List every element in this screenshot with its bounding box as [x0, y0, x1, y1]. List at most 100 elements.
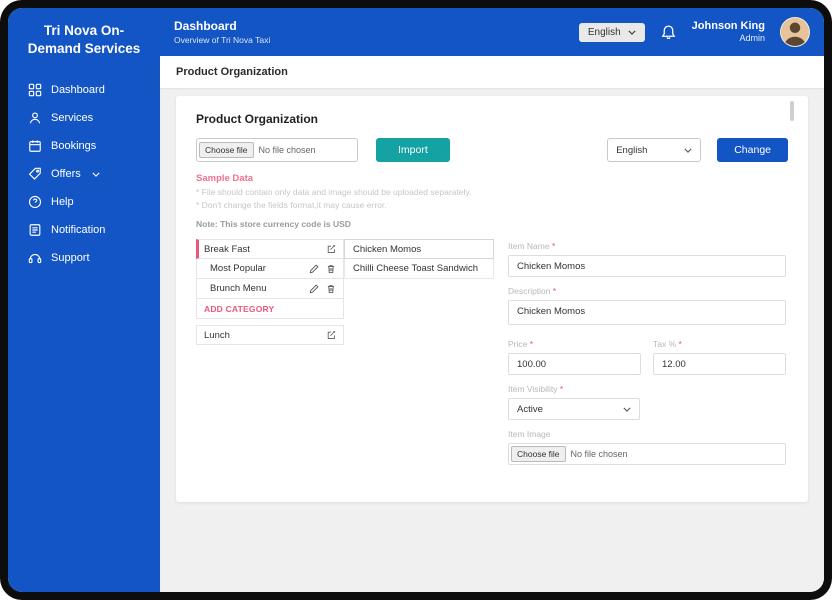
item-form: Item Name * Description * Price * [508, 239, 786, 465]
file-status-text: No file chosen [570, 449, 628, 459]
import-toolbar: Choose file No file chosen Import Englis… [196, 138, 788, 162]
visibility-selected-value: Active [517, 403, 543, 415]
pencil-icon[interactable] [309, 284, 319, 294]
category-label: Break Fast [204, 243, 250, 255]
category-row-brunch-menu[interactable]: Brunch Menu [196, 279, 344, 299]
sample-data-link[interactable]: Sample Data [196, 173, 788, 184]
trash-icon[interactable] [326, 264, 336, 274]
sidebar-item-label: Support [51, 252, 90, 265]
price-label: Price * [508, 339, 534, 349]
currency-note: Note: This store currency code is USD [196, 219, 351, 229]
offers-icon [28, 167, 42, 181]
price-input[interactable] [508, 353, 641, 375]
pencil-icon[interactable] [309, 264, 319, 274]
breadcrumb-title: Product Organization [176, 66, 288, 78]
sidebar-item-label: Notification [51, 224, 106, 237]
sidebar-item-support[interactable]: Support [8, 244, 160, 272]
app-window: Tri Nova On-Demand Services Dashboard Se… [8, 8, 824, 592]
sidebar-item-notification[interactable]: Notification [8, 216, 160, 244]
help-icon [28, 195, 42, 209]
support-icon [28, 251, 42, 265]
sidebar-item-dashboard[interactable]: Dashboard [8, 76, 160, 104]
user-name: Johnson King [691, 19, 765, 32]
sidebar-item-bookings[interactable]: Bookings [8, 132, 160, 160]
bell-icon[interactable] [660, 24, 677, 41]
category-row-most-popular[interactable]: Most Popular [196, 259, 344, 279]
sidebar-item-label: Dashboard [51, 84, 105, 97]
sidebar-item-label: Services [51, 112, 94, 125]
chevron-down-icon [92, 172, 100, 177]
item-label: Chicken Momos [353, 243, 422, 255]
card-language-select[interactable]: English [607, 138, 702, 162]
change-button[interactable]: Change [717, 138, 788, 162]
hint-line-1: * File should contain only data and imag… [196, 187, 472, 197]
services-icon [28, 111, 42, 125]
brand-title: Tri Nova On-Demand Services [27, 23, 141, 57]
notification-icon [28, 223, 42, 237]
sidebar-item-label: Bookings [51, 140, 97, 153]
item-row-chicken-momos[interactable]: Chicken Momos [344, 239, 494, 259]
category-label: Most Popular [210, 263, 266, 274]
tax-label: Tax % * [653, 339, 682, 349]
import-file-input[interactable]: Choose file No file chosen [196, 138, 358, 162]
category-label: Lunch [204, 329, 230, 341]
category-list: Break Fast Most Popular Brunch Menu ADD … [196, 239, 344, 345]
breadcrumb: Product Organization [160, 56, 824, 88]
item-name-label: Item Name * [508, 241, 556, 251]
file-status-text: No file chosen [258, 145, 316, 155]
dashboard-icon [28, 83, 42, 97]
choose-file-button[interactable]: Choose file [199, 142, 254, 158]
sidebar-item-label: Offers [51, 168, 81, 181]
item-visibility-label: Item Visibility * [508, 384, 564, 394]
item-label: Chilli Cheese Toast Sandwich [353, 263, 478, 274]
user-info[interactable]: Johnson King Admin [692, 20, 765, 45]
tax-input[interactable] [653, 353, 786, 375]
chevron-down-icon [628, 30, 636, 35]
product-organization-card: Product Organization Choose file No file… [176, 96, 808, 502]
user-role: Admin [739, 33, 765, 44]
description-input[interactable] [508, 300, 786, 325]
sidebar-item-label: Help [51, 196, 74, 209]
selected-language: English [616, 144, 648, 156]
main-area: Dashboard Overview of Tri Nova Taxi Engl… [160, 8, 824, 592]
sidebar-item-services[interactable]: Services [8, 104, 160, 132]
category-row-break-fast[interactable]: Break Fast [196, 239, 344, 259]
chevron-down-icon [623, 407, 631, 412]
header-title: Dashboard [174, 19, 237, 33]
header-subtitle: Overview of Tri Nova Taxi [174, 35, 271, 45]
trash-icon[interactable] [326, 284, 336, 294]
scrollbar-thumb[interactable] [790, 101, 794, 121]
import-button[interactable]: Import [376, 138, 450, 162]
sidebar-item-offers[interactable]: Offers [8, 160, 160, 188]
language-change-group: English Change [607, 138, 788, 162]
edit-icon[interactable] [326, 244, 336, 254]
item-visibility-select[interactable]: Active [508, 398, 640, 420]
item-row-chilli-cheese-toast-sandwich[interactable]: Chilli Cheese Toast Sandwich [344, 259, 494, 279]
item-list: Chicken Momos Chilli Cheese Toast Sandwi… [344, 239, 494, 279]
content-area: Product Organization Choose file No file… [160, 88, 824, 592]
card-title: Product Organization [196, 112, 319, 126]
bookings-icon [28, 139, 42, 153]
description-label: Description * [508, 286, 557, 296]
header-titles: Dashboard Overview of Tri Nova Taxi [174, 19, 270, 45]
chevron-down-icon [684, 148, 692, 153]
language-button-label: English [587, 26, 621, 38]
top-header: Dashboard Overview of Tri Nova Taxi Engl… [160, 8, 824, 56]
edit-icon[interactable] [326, 330, 336, 340]
category-label: Brunch Menu [210, 283, 267, 294]
hint-line-2: * Don't change the fields format,it may … [196, 200, 387, 210]
organization-grid: Break Fast Most Popular Brunch Menu ADD … [196, 239, 788, 465]
item-image-label: Item Image [508, 429, 551, 439]
sidebar-item-help[interactable]: Help [8, 188, 160, 216]
sidebar-nav: Dashboard Services Bookings Offers Help … [8, 76, 160, 272]
language-button[interactable]: English [578, 22, 645, 42]
category-row-lunch[interactable]: Lunch [196, 325, 344, 345]
header-actions: English Johnson King Admin [578, 17, 810, 47]
add-category-button[interactable]: ADD CATEGORY [196, 299, 344, 319]
device-frame: Tri Nova On-Demand Services Dashboard Se… [0, 0, 832, 600]
avatar[interactable] [780, 17, 810, 47]
choose-file-button[interactable]: Choose file [511, 446, 566, 462]
sidebar: Tri Nova On-Demand Services Dashboard Se… [8, 8, 160, 592]
item-image-file-input[interactable]: Choose file No file chosen [508, 443, 786, 465]
item-name-input[interactable] [508, 255, 786, 277]
